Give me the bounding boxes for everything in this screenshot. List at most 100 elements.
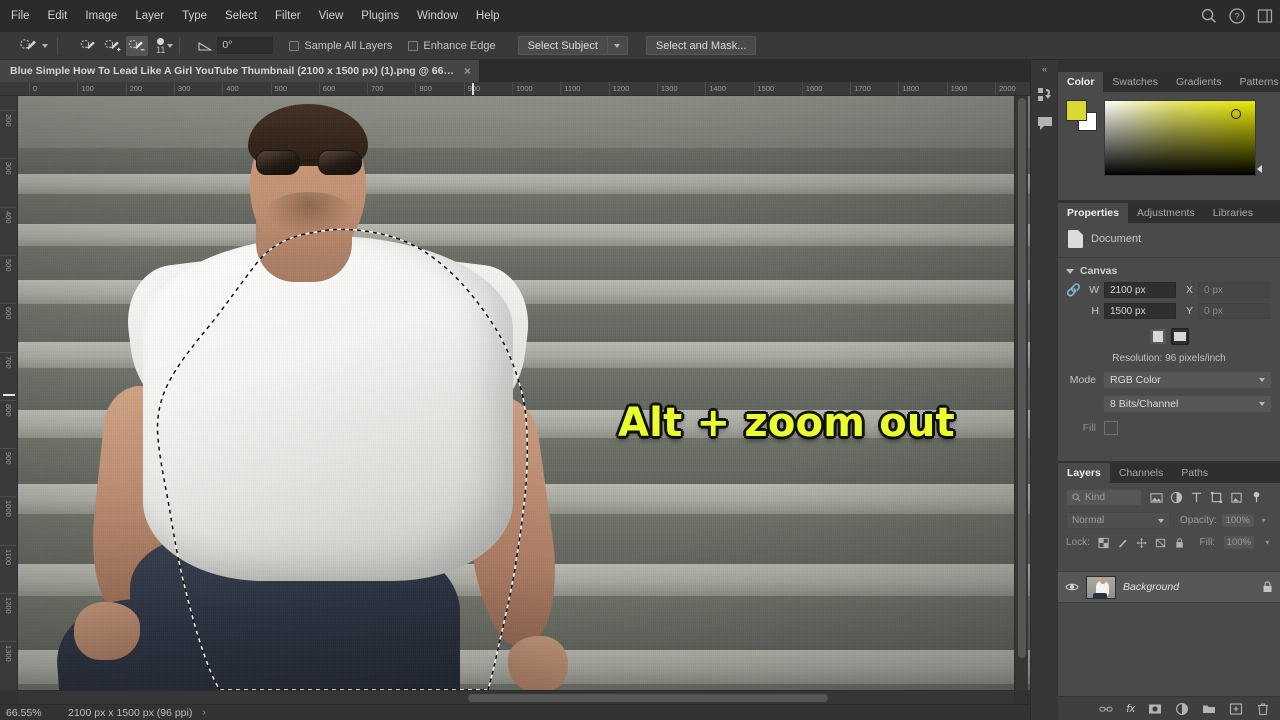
eye-icon[interactable] [1065, 580, 1079, 594]
angle-input[interactable]: 0° [217, 37, 274, 54]
menu-layer[interactable]: Layer [126, 6, 173, 26]
menu-select[interactable]: Select [216, 6, 266, 26]
menu-type[interactable]: Type [173, 6, 216, 26]
lock-all-icon[interactable] [1174, 537, 1185, 549]
type-filter-icon[interactable] [1190, 491, 1203, 504]
foreground-color-swatch[interactable] [1066, 100, 1087, 121]
canvas-section-header[interactable]: Canvas [1058, 260, 1280, 280]
options-divider [57, 36, 58, 55]
tab-libraries[interactable]: Libraries [1204, 203, 1262, 223]
tab-channels[interactable]: Channels [1110, 463, 1172, 483]
canvas-horizontal-scrollbar[interactable] [18, 690, 1014, 704]
delete-layer-icon[interactable] [1256, 702, 1270, 716]
tab-paths[interactable]: Paths [1172, 463, 1217, 483]
tab-color[interactable]: Color [1058, 72, 1104, 92]
opacity-stepper[interactable]: ▾ [1259, 516, 1269, 525]
tab-gradients[interactable]: Gradients [1167, 72, 1231, 92]
new-layer-icon[interactable] [1229, 702, 1243, 716]
search-icon[interactable] [1200, 7, 1218, 25]
lock-icon[interactable] [1262, 581, 1273, 593]
bit-depth-select[interactable]: 8 Bits/Channel [1103, 395, 1272, 413]
color-mode-select[interactable]: RGB Color [1103, 371, 1272, 389]
add-to-selection-button[interactable] [102, 36, 124, 56]
tab-adjustments[interactable]: Adjustments [1128, 203, 1204, 223]
lock-position-icon[interactable] [1136, 537, 1147, 549]
horizontal-scroll-thumb[interactable] [468, 694, 828, 702]
menu-help[interactable]: Help [467, 6, 509, 26]
collapse-panels-icon[interactable]: « [1042, 64, 1047, 74]
layer-thumbnail[interactable] [1086, 575, 1116, 599]
ruler-tick: 500 [0, 255, 16, 272]
fill-value[interactable]: 100% [1223, 535, 1255, 550]
canvas-vertical-scrollbar[interactable] [1014, 96, 1028, 690]
layer-kind-filter[interactable]: Kind [1066, 489, 1142, 506]
fill-stepper[interactable]: ▾ [1263, 538, 1272, 547]
brush-angle-field[interactable]: 0° [198, 37, 274, 54]
enhance-edge-checkbox[interactable] [408, 40, 419, 51]
table-row[interactable]: Background [1058, 571, 1280, 603]
opacity-value[interactable]: 100% [1220, 513, 1255, 528]
menu-window[interactable]: Window [408, 6, 467, 26]
blend-mode-select[interactable]: Normal [1066, 512, 1170, 529]
menu-image[interactable]: Image [76, 6, 126, 26]
tab-swatches[interactable]: Swatches [1103, 72, 1167, 92]
help-icon[interactable]: ? [1228, 7, 1246, 25]
zoom-level[interactable]: 66.55% [6, 707, 58, 719]
ruler-tick: 700 [0, 351, 16, 369]
portrait-orientation-button[interactable] [1149, 328, 1167, 345]
select-subject-dropdown-button[interactable] [607, 36, 628, 55]
link-layers-icon[interactable] [1099, 702, 1114, 716]
landscape-orientation-icon [1174, 332, 1186, 341]
smart-object-filter-icon[interactable] [1230, 491, 1243, 504]
tab-properties[interactable]: Properties [1058, 203, 1128, 223]
menu-view[interactable]: View [310, 6, 353, 26]
tab-layers[interactable]: Layers [1058, 463, 1110, 483]
canvas-viewport[interactable]: Alt + zoom out [18, 96, 1030, 690]
select-and-mask-button[interactable]: Select and Mask... [645, 36, 757, 55]
menu-filter[interactable]: Filter [266, 6, 310, 26]
pixel-filter-icon[interactable] [1150, 491, 1163, 504]
brush-size-indicator[interactable]: 11 [156, 37, 165, 54]
height-input[interactable]: 1500 px [1104, 303, 1176, 319]
sample-all-layers-checkbox[interactable] [289, 40, 300, 51]
menu-file[interactable]: File [2, 6, 39, 26]
layer-mask-icon[interactable] [1148, 702, 1162, 716]
adjustment-filter-icon[interactable] [1170, 491, 1183, 504]
lock-image-icon[interactable] [1117, 537, 1128, 549]
status-expand-icon[interactable]: › [202, 707, 205, 718]
x-input[interactable]: 0 px [1198, 282, 1270, 298]
tool-preset-picker[interactable] [16, 35, 51, 57]
landscape-orientation-button[interactable] [1171, 328, 1189, 345]
close-icon[interactable]: × [464, 65, 471, 77]
select-subject-button[interactable]: Select Subject [517, 36, 608, 55]
new-selection-button[interactable] [78, 36, 100, 56]
tab-patterns[interactable]: Patterns [1230, 72, 1280, 92]
menu-plugins[interactable]: Plugins [352, 6, 408, 26]
enhance-edge-option[interactable]: Enhance Edge [408, 40, 496, 52]
brush-picker-caret-icon[interactable] [167, 43, 174, 48]
new-group-icon[interactable] [1202, 702, 1216, 716]
panel-toggle-icon[interactable] [1256, 7, 1274, 25]
lock-transparency-icon[interactable] [1098, 537, 1109, 549]
layer-name[interactable]: Background [1123, 581, 1255, 593]
lock-artboard-icon[interactable] [1155, 537, 1166, 549]
menu-edit[interactable]: Edit [39, 6, 77, 26]
vertical-scroll-thumb[interactable] [1018, 98, 1026, 658]
comments-icon[interactable] [1036, 114, 1054, 132]
new-selection-icon [80, 39, 95, 49]
history-icon[interactable] [1036, 86, 1054, 104]
shape-filter-icon[interactable] [1210, 491, 1223, 504]
link-chain-icon[interactable]: 🔗 [1066, 283, 1081, 297]
fill-color-swatch[interactable] [1104, 421, 1118, 435]
horizontal-ruler[interactable]: 0100200300400500600700800900100011001200… [0, 82, 1030, 96]
fx-icon[interactable]: fx [1126, 703, 1135, 715]
adjustment-layer-icon[interactable] [1175, 702, 1189, 716]
document-tab[interactable]: Blue Simple How To Lead Like A Girl YouT… [0, 60, 480, 82]
sample-all-layers-option[interactable]: Sample All Layers [289, 40, 392, 52]
y-input[interactable]: 0 px [1198, 303, 1270, 319]
vertical-ruler[interactable]: 200 300 400 500 600 700 800 900 1000 1100 1200 1300… [0, 96, 18, 690]
color-spectrum-picker[interactable] [1104, 100, 1262, 176]
subtract-from-selection-button[interactable] [126, 35, 148, 56]
width-input[interactable]: 2100 px [1104, 282, 1176, 298]
filter-toggle-icon[interactable] [1250, 491, 1263, 504]
